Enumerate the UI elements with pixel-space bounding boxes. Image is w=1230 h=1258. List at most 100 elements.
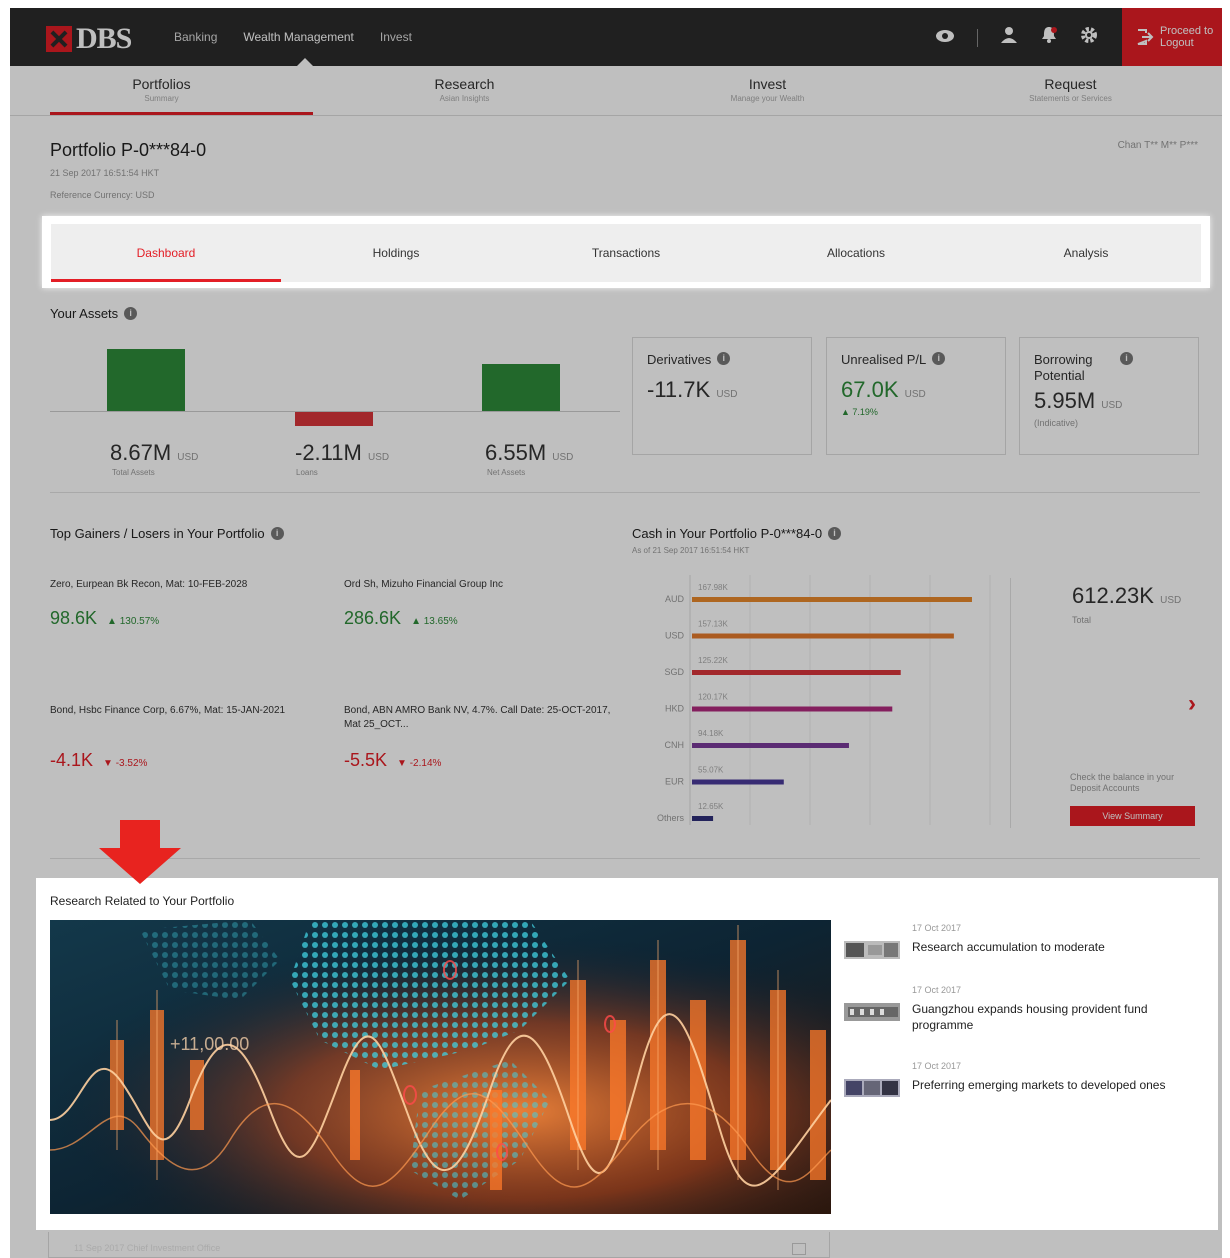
category-label: HKD (665, 704, 685, 714)
cash-bar[interactable] (692, 779, 784, 785)
research-section: Research Related to Your Portfolio +11,0… (36, 878, 1218, 1230)
top-icons (935, 26, 1098, 49)
top-header: DBS Banking Wealth Management Invest Pro… (10, 8, 1222, 66)
research-hero-image[interactable]: +11,00.00 (50, 920, 831, 1214)
tab-transactions[interactable]: Transactions (511, 224, 741, 282)
mainnav-research[interactable]: Research Asian Insights (313, 66, 616, 115)
section-divider (50, 492, 1200, 493)
news-date: 17 Oct 2017 (912, 923, 962, 933)
dbs-logo[interactable]: DBS (46, 22, 132, 56)
bar-value-label: 12.65K (698, 802, 724, 811)
bookmark-checkbox[interactable] (792, 1243, 806, 1255)
derivatives-card[interactable]: Derivatives i -11.7K USD (632, 337, 812, 455)
section-divider (50, 858, 1200, 859)
news-date: 17 Oct 2017 (912, 985, 962, 995)
view-summary-button[interactable]: View Summary (1070, 806, 1195, 826)
hero-overlay-text: +11,00.00 (170, 1034, 249, 1054)
borrowing-note: (Indicative) (1034, 418, 1079, 428)
topnav-banking[interactable]: Banking (174, 30, 217, 44)
top-nav: Banking Wealth Management Invest (174, 30, 412, 66)
topnav-invest[interactable]: Invest (380, 30, 412, 44)
gainer-value: 98.6K ▲ 130.57% (50, 608, 160, 628)
loans-value: -2.11M USD (295, 440, 390, 465)
cash-bar[interactable] (692, 597, 972, 602)
news-title[interactable]: Guangzhou expands housing provident fund… (912, 1001, 1204, 1033)
news-thumbnail (844, 941, 900, 959)
info-icon[interactable]: i (717, 352, 731, 365)
alerts-icon[interactable] (1040, 26, 1058, 49)
bar-value-label: 157.13K (698, 620, 728, 629)
annotation-arrow-icon (99, 820, 181, 889)
loans-label: Loans (296, 468, 318, 477)
info-icon[interactable]: i (124, 307, 138, 320)
cash-total: 612.23K USD (1072, 583, 1182, 608)
category-label: CNH (665, 740, 685, 750)
page-title: Portfolio P-0***84-0 (50, 140, 207, 160)
mainnav-request[interactable]: Request Statements or Services (919, 66, 1222, 115)
tab-holdings[interactable]: Holdings (281, 224, 511, 282)
chevron-right-icon[interactable]: › (1188, 690, 1196, 718)
tab-allocations[interactable]: Allocations (741, 224, 971, 282)
category-label: AUD (665, 594, 685, 604)
logout-label: Proceed to Logout (1160, 25, 1214, 49)
loans-bar (295, 412, 373, 426)
unrealised-pl-card[interactable]: Unrealised P/L i 67.0K USD ▲ 7.19% (826, 337, 1006, 455)
borrowing-potential-card[interactable]: Borrowing Potential i 5.95M USD (Indicati… (1019, 337, 1199, 455)
net-assets-value: 6.55M USD (485, 440, 574, 465)
category-label: Others (657, 813, 685, 823)
mainnav-portfolios[interactable]: Portfolios Summary (10, 66, 313, 115)
brand-name: DBS (76, 22, 132, 55)
research-section-title: Research Related to Your Portfolio (50, 894, 235, 908)
cash-total-label: Total (1072, 615, 1092, 625)
logout-icon (1136, 28, 1154, 46)
tab-analysis[interactable]: Analysis (971, 224, 1201, 282)
cash-bar[interactable] (692, 706, 893, 712)
gainer-value: 286.6K ▲ 13.65% (344, 608, 458, 628)
net-assets-bar (482, 364, 560, 411)
net-assets-label: Net Assets (487, 468, 526, 477)
cash-bar[interactable] (692, 743, 849, 748)
cash-chart: AUD 167.98K USD 157.13K SGD 125.22K HKD 120.17K… (657, 575, 991, 825)
portfolio-currency: Reference Currency: USD (50, 190, 155, 200)
news-date: 17 Oct 2017 (912, 1061, 962, 1071)
info-icon[interactable]: i (828, 527, 842, 540)
tab-dashboard[interactable]: Dashboard (51, 224, 281, 282)
unrealised-pl-change: ▲ 7.19% (841, 407, 878, 417)
cash-asof: As of 21 Sep 2017 16:51:54 HKT (632, 546, 750, 555)
news-title[interactable]: Research accumulation to moderate (912, 939, 1204, 955)
portfolio-tabs: Dashboard Holdings Transactions Allocati… (42, 216, 1210, 288)
total-assets-bar (107, 349, 185, 411)
bar-value-label: 167.98K (698, 583, 728, 592)
main-nav: Portfolios Summary Research Asian Insights… (10, 66, 1222, 116)
category-label: EUR (665, 777, 685, 787)
assets-section-title: Your Assets i (50, 306, 138, 321)
category-label: SGD (664, 667, 684, 677)
topnav-wealth-management[interactable]: Wealth Management (243, 30, 354, 66)
cash-bar[interactable] (692, 633, 954, 639)
chart-divider (1010, 578, 1011, 828)
cash-bar[interactable] (692, 816, 714, 821)
divider (977, 28, 978, 47)
gainer-name[interactable]: Zero, Eurpean Bk Recon, Mat: 10-FEB-2028 (50, 578, 320, 592)
gainer-name[interactable]: Ord Sh, Mizuho Financial Group Inc (344, 578, 614, 592)
deposit-note: Check the balance in your Deposit Accoun… (1070, 772, 1175, 793)
user-name: Chan T** M** P*** (1117, 140, 1198, 151)
research-footer-meta: 11 Sep 2017 Chief Investment Office (74, 1243, 221, 1253)
loser-name[interactable]: Bond, Hsbc Finance Corp, 6.67%, Mat: 15-… (50, 704, 320, 718)
news-title[interactable]: Preferring emerging markets to developed… (912, 1077, 1204, 1093)
info-icon[interactable]: i (932, 352, 946, 365)
info-icon[interactable]: i (270, 527, 284, 540)
total-assets-label: Total Assets (112, 468, 155, 477)
dbs-logo-icon (46, 26, 72, 52)
eye-icon[interactable] (935, 27, 955, 48)
logout-button[interactable]: Proceed to Logout (1122, 8, 1222, 66)
mainnav-invest[interactable]: Invest Manage your Wealth (616, 66, 919, 115)
rm-contact-icon[interactable] (1000, 26, 1018, 49)
category-label: USD (665, 631, 685, 641)
bar-value-label: 120.17K (698, 693, 728, 702)
loser-name[interactable]: Bond, ABN AMRO Bank NV, 4.7%. Call Date:… (344, 704, 614, 732)
cash-bar[interactable] (692, 670, 901, 675)
info-icon[interactable]: i (1120, 352, 1133, 365)
gear-icon[interactable] (1080, 26, 1098, 49)
news-thumbnail (844, 1079, 900, 1097)
